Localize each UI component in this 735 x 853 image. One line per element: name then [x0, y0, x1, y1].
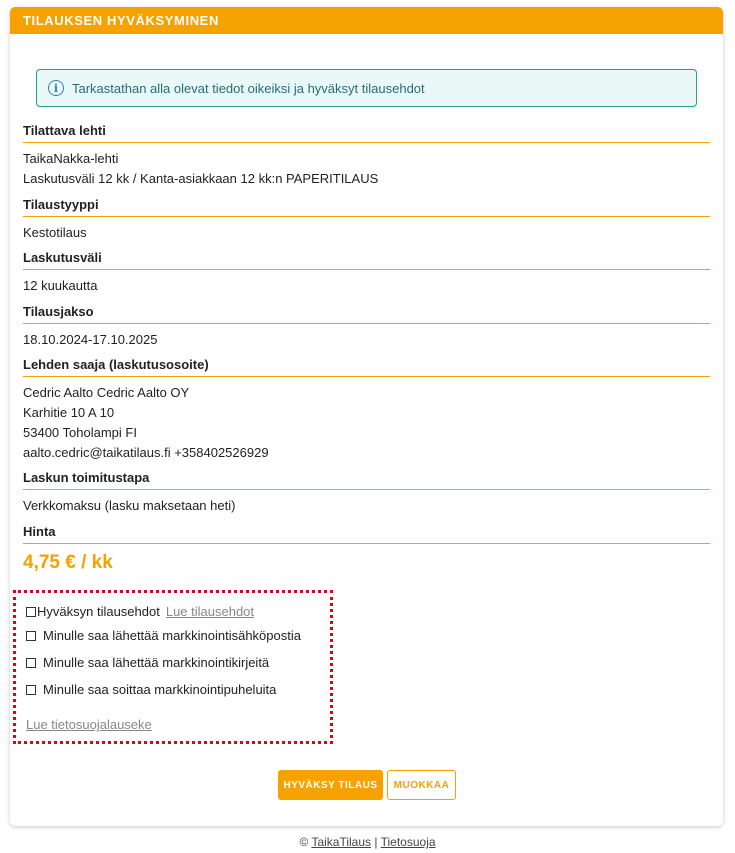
- calls-consent-row: Minulle saa soittaa markkinointipuheluit…: [26, 676, 320, 703]
- section-tilattava-lehti: Tilattava lehti TaikaNakka-lehti Laskutu…: [23, 123, 710, 189]
- footer-separator: |: [374, 835, 378, 849]
- section-value: 12 kuukautta: [23, 278, 98, 293]
- calls-consent-checkbox[interactable]: [26, 684, 36, 695]
- letters-consent-row: Minulle saa lähettää markkinointikirjeit…: [26, 649, 320, 676]
- email-consent-label: Minulle saa lähettää markkinointisähköpo…: [43, 628, 301, 643]
- footer: © TaikaTilaus | Tietosuoja: [0, 835, 735, 849]
- section-value: Kestotilaus: [23, 225, 87, 240]
- order-approval-card: TILAUKSEN HYVÄKSYMINEN i Tarkastathan al…: [10, 7, 723, 826]
- section-value: Laskutusväli 12 kk / Kanta-asiakkaan 12 …: [23, 171, 379, 186]
- section-title: Tilaustyyppi: [23, 197, 710, 217]
- privacy-statement-link[interactable]: Lue tietosuojalauseke: [26, 717, 152, 732]
- section-laskun-toimitustapa: Laskun toimitustapa Verkkomaksu (lasku m…: [23, 470, 710, 516]
- section-lehden-saaja: Lehden saaja (laskutusosoite) Cedric Aal…: [23, 357, 710, 463]
- info-alert: i Tarkastathan alla olevat tiedot oikeik…: [36, 69, 697, 107]
- section-hinta: Hinta 4,75 € / kk: [23, 524, 710, 574]
- edit-button[interactable]: MUOKKAA: [387, 770, 456, 800]
- section-value: Verkkomaksu (lasku maksetaan heti): [23, 498, 236, 513]
- section-title: Tilattava lehti: [23, 123, 710, 143]
- section-laskutusvali: Laskutusväli 12 kuukautta: [23, 250, 710, 296]
- copyright-symbol: ©: [299, 835, 309, 849]
- section-value: Karhitie 10 A 10: [23, 405, 115, 420]
- terms-link[interactable]: Lue tilausehdot: [166, 604, 254, 619]
- letters-consent-checkbox[interactable]: [26, 657, 36, 668]
- section-value: aalto.cedric@taikatilaus.fi +35840252692…: [23, 445, 269, 460]
- section-title: Laskun toimitustapa: [23, 470, 710, 490]
- section-title: Laskutusväli: [23, 250, 710, 270]
- footer-privacy-link[interactable]: Tietosuoja: [381, 835, 436, 849]
- terms-label: Hyväksyn tilausehdot: [37, 604, 160, 619]
- terms-row: Hyväksyn tilausehdot Lue tilausehdot: [26, 601, 320, 622]
- calls-consent-label: Minulle saa soittaa markkinointipuheluit…: [43, 682, 277, 697]
- action-buttons: HYVÄKSY TILAUS MUOKKAA: [278, 770, 456, 800]
- letters-consent-label: Minulle saa lähettää markkinointikirjeit…: [43, 655, 270, 670]
- info-icon: i: [48, 80, 64, 96]
- card-header-title: TILAUKSEN HYVÄKSYMINEN: [10, 7, 723, 34]
- section-value: TaikaNakka-lehti: [23, 151, 119, 166]
- section-title: Tilausjakso: [23, 304, 710, 324]
- price-value: 4,75 € / kk: [23, 552, 113, 573]
- section-value: Cedric Aalto Cedric Aalto OY: [23, 385, 190, 400]
- approve-order-button[interactable]: HYVÄKSY TILAUS: [278, 770, 383, 800]
- info-text: Tarkastathan alla olevat tiedot oikeiksi…: [72, 80, 425, 96]
- section-title: Lehden saaja (laskutusosoite): [23, 357, 710, 377]
- email-consent-checkbox[interactable]: [26, 630, 36, 641]
- section-title: Hinta: [23, 524, 710, 544]
- section-value: 53400 Toholampi FI: [23, 425, 137, 440]
- terms-checkbox[interactable]: [26, 606, 36, 617]
- brand-link[interactable]: TaikaTilaus: [311, 835, 371, 849]
- email-consent-row: Minulle saa lähettää markkinointisähköpo…: [26, 622, 320, 649]
- consent-box: Hyväksyn tilausehdot Lue tilausehdot Min…: [13, 590, 333, 744]
- section-tilausjakso: Tilausjakso 18.10.2024-17.10.2025: [23, 304, 710, 350]
- section-tilaustyyppi: Tilaustyyppi Kestotilaus: [23, 197, 710, 243]
- section-value: 18.10.2024-17.10.2025: [23, 332, 158, 347]
